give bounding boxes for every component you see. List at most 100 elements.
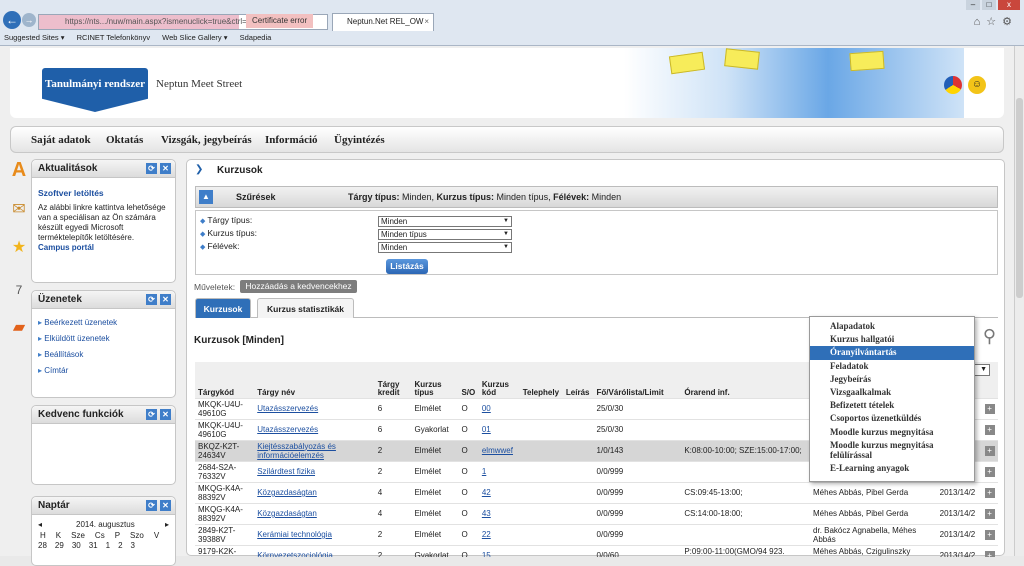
menu-item-information[interactable]: Információ: [265, 134, 318, 146]
context-menu-item[interactable]: Moodle kurzus megnyitása felülírással: [810, 439, 974, 462]
calendar-day[interactable]: 30: [72, 541, 81, 550]
smiley-icon[interactable]: ☺: [968, 76, 986, 94]
expand-plus-icon[interactable]: +: [984, 424, 995, 435]
col-header[interactable]: Tárgykód: [195, 378, 255, 398]
calendar-day[interactable]: 29: [55, 541, 64, 550]
subject-name-link[interactable]: Közgazdaságtan: [257, 509, 317, 518]
subject-name-link[interactable]: Szilárdtest fizika: [257, 467, 315, 476]
course-code-link[interactable]: 01: [482, 425, 491, 434]
col-header[interactable]: Kurzus kód: [478, 378, 520, 398]
course-code-link[interactable]: 00: [482, 404, 491, 413]
star-icon[interactable]: ☆: [986, 16, 1002, 28]
close-icon[interactable]: ✕: [160, 409, 171, 420]
table-row[interactable]: 9179-K2K-28818EKörnyezetszociológia 2Gyak…: [195, 544, 998, 557]
close-icon[interactable]: ✕: [160, 163, 171, 174]
forward-button[interactable]: →: [22, 13, 36, 27]
context-menu-item[interactable]: Moodle kurzus megnyitása: [810, 426, 974, 439]
expand-plus-icon[interactable]: +: [984, 403, 995, 414]
list-button[interactable]: Listázás: [386, 259, 428, 274]
context-menu-item[interactable]: Vizsgaalkalmak: [810, 386, 974, 399]
subject-name-link[interactable]: Környezetszociológia: [257, 551, 333, 557]
subject-name-link[interactable]: Kiejtésszabályozás és információelemzés: [257, 442, 336, 460]
fav-rcinet[interactable]: RCINET Telefonkönyv: [77, 33, 151, 42]
browser-tab[interactable]: Neptun.Net REL_OW ×: [332, 13, 434, 31]
add-to-favorites-button[interactable]: Hozzáadás a kedvencekhez: [240, 280, 357, 293]
close-window-icon[interactable]: x: [998, 0, 1020, 10]
prev-month-icon[interactable]: ◂: [38, 520, 42, 529]
subject-type-select[interactable]: Minden ▼: [378, 216, 512, 227]
col-header[interactable]: Fő/Várólista/Limit: [593, 378, 682, 398]
col-header[interactable]: S/O: [458, 378, 479, 398]
course-code-link[interactable]: 43: [482, 509, 491, 518]
context-menu-item[interactable]: Kurzus hallgatói: [810, 333, 974, 346]
course-code-link[interactable]: 42: [482, 488, 491, 497]
expand-plus-icon[interactable]: +: [984, 445, 995, 456]
back-button[interactable]: ←: [3, 11, 21, 29]
magnifier-icon[interactable]: ⚲: [983, 326, 996, 347]
calendar-day[interactable]: 3: [131, 541, 135, 550]
expand-plus-icon[interactable]: +: [984, 466, 995, 477]
expand-plus-icon[interactable]: +: [984, 487, 995, 498]
fav-suggested-sites[interactable]: Suggested Sites ▾: [4, 33, 64, 42]
course-code-link[interactable]: 22: [482, 530, 491, 539]
context-menu-item[interactable]: Befizetett tételek: [810, 399, 974, 412]
semesters-select[interactable]: Minden ▼: [378, 242, 512, 253]
tab-course-statistics[interactable]: Kurzus statisztikák: [257, 298, 354, 318]
col-header[interactable]: Tárgy kredit: [374, 378, 412, 398]
inbox-link[interactable]: Beérkezett üzenetek: [38, 318, 169, 328]
expand-plus-icon[interactable]: +: [984, 550, 995, 557]
calendar-day[interactable]: 1: [106, 541, 110, 550]
fav-web-slice[interactable]: Web Slice Gallery ▾: [162, 33, 227, 42]
letter-a-icon[interactable]: A: [8, 159, 30, 181]
tab-courses[interactable]: Kurzusok: [195, 298, 251, 318]
next-month-icon[interactable]: ▸: [165, 520, 169, 529]
calendar-day[interactable]: 2: [118, 541, 122, 550]
subject-name-link[interactable]: Közgazdaságtan: [257, 488, 317, 497]
certificate-error-badge[interactable]: Certificate error: [246, 14, 314, 28]
col-header[interactable]: Leírás: [562, 378, 594, 398]
course-code-link[interactable]: elmwwef: [482, 446, 513, 455]
calendar-day[interactable]: 31: [89, 541, 98, 550]
subject-name-link[interactable]: Utazásszervezés: [257, 425, 318, 434]
menu-item-education[interactable]: Oktatás: [106, 134, 143, 146]
refresh-icon[interactable]: ⟳: [146, 294, 157, 305]
menu-item-exams[interactable]: Vizsgák, jegybeírás: [161, 134, 252, 146]
table-row[interactable]: MKQG-K4A-88392V Közgazdaságtan 4 Elmélet O 42…: [195, 481, 998, 503]
table-row[interactable]: MKQG-K4A-88392V Közgazdaságtan 4 Elmélet O 43…: [195, 502, 998, 524]
course-code-link[interactable]: 1: [482, 467, 486, 476]
star-icon[interactable]: ★: [8, 237, 30, 259]
directory-link[interactable]: Címtár: [38, 366, 169, 376]
home-icon[interactable]: ⌂: [974, 16, 987, 28]
context-menu-item[interactable]: Feladatok: [810, 360, 974, 373]
page-scrollbar[interactable]: [1014, 46, 1024, 556]
chat-bubble-icon[interactable]: ▰: [8, 317, 30, 339]
col-header[interactable]: Tárgy név: [254, 378, 375, 398]
envelope-icon[interactable]: ✉: [8, 199, 30, 221]
calendar-icon[interactable]: 7: [8, 279, 30, 301]
context-menu-item[interactable]: Alapadatok: [810, 320, 974, 333]
expand-plus-icon[interactable]: +: [984, 508, 995, 519]
refresh-icon[interactable]: ⟳: [146, 500, 157, 511]
calendar-day[interactable]: 28: [38, 541, 47, 550]
context-menu-item[interactable]: Csoportos üzenetküldés: [810, 412, 974, 425]
minimize-icon[interactable]: –: [966, 0, 980, 10]
table-row[interactable]: 2849-K2T-39388V Kerámiai technológia 2 Elmé…: [195, 523, 998, 545]
close-icon[interactable]: ✕: [160, 294, 171, 305]
subject-name-link[interactable]: Kerámiai technológia: [257, 530, 332, 539]
color-wheel-icon[interactable]: [944, 76, 962, 94]
close-icon[interactable]: ✕: [160, 500, 171, 511]
sent-messages-link[interactable]: Elküldött üzenetek: [38, 334, 169, 344]
maximize-icon[interactable]: □: [982, 0, 996, 10]
refresh-icon[interactable]: ⟳: [146, 409, 157, 420]
menu-item-own-data[interactable]: Saját adatok: [31, 134, 91, 146]
collapse-filter-icon[interactable]: ▲: [199, 190, 213, 204]
gear-icon[interactable]: ⚙: [1002, 16, 1018, 28]
context-menu-item[interactable]: Jegybeírás: [810, 373, 974, 386]
context-menu-item[interactable]: Óranyilvántartás: [810, 346, 974, 360]
col-header[interactable]: Órarend inf.: [681, 378, 811, 398]
scrollbar-thumb[interactable]: [1016, 98, 1023, 298]
course-type-select[interactable]: Minden típus ▼: [378, 229, 512, 240]
tab-close-icon[interactable]: ×: [424, 14, 429, 30]
context-menu-item[interactable]: E-Learning anyagok: [810, 462, 974, 475]
course-code-link[interactable]: 15: [482, 551, 491, 557]
